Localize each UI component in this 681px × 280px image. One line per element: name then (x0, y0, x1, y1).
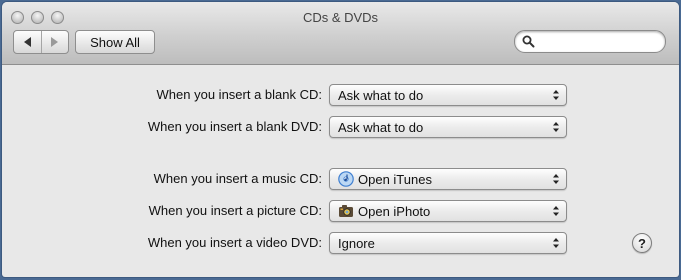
forward-arrow-icon (51, 37, 59, 47)
setting-row-blank-cd: When you insert a blank CD: Ask what to … (2, 84, 679, 106)
back-forward-buttons (13, 30, 69, 54)
search-input[interactable] (539, 33, 659, 49)
show-all-button[interactable]: Show All (75, 30, 155, 54)
setting-label: When you insert a video DVD: (147, 235, 322, 250)
setting-label: When you insert a music CD: (153, 171, 322, 186)
back-button[interactable] (14, 31, 41, 53)
setting-label: When you insert a blank DVD: (147, 119, 322, 134)
setting-row-blank-dvd: When you insert a blank DVD: Ask what to… (2, 116, 679, 138)
popup-arrows-icon (553, 90, 559, 100)
popup-arrows-icon (553, 238, 559, 248)
blank-cd-action-popup[interactable]: Ask what to do (329, 84, 567, 106)
setting-label: When you insert a blank CD: (156, 87, 322, 102)
popup-arrows-icon (553, 174, 559, 184)
help-button[interactable]: ? (632, 233, 652, 253)
popup-arrows-icon (553, 206, 559, 216)
popup-value: Ignore (338, 236, 375, 251)
popup-arrows-icon (553, 122, 559, 132)
system-preferences-window: CDs & DVDs Show All When you insert a bl… (2, 2, 679, 277)
iphoto-icon (339, 205, 353, 217)
setting-row-video-dvd: When you insert a video DVD: Ignore (2, 232, 679, 254)
itunes-icon (338, 171, 354, 187)
window-title: CDs & DVDs (302, 10, 379, 25)
setting-row-music-cd: When you insert a music CD: Open iTunes (2, 168, 679, 190)
popup-value: Open iPhoto (358, 204, 431, 219)
search-icon (522, 35, 535, 48)
window-toolbar: CDs & DVDs Show All (2, 2, 679, 65)
search-field[interactable] (514, 30, 666, 53)
back-arrow-icon (23, 37, 31, 47)
setting-label: When you insert a picture CD: (148, 203, 322, 218)
popup-value: Ask what to do (338, 120, 424, 135)
setting-row-picture-cd: When you insert a picture CD: Open iPhot… (2, 200, 679, 222)
music-cd-action-popup[interactable]: Open iTunes (329, 168, 567, 190)
video-dvd-action-popup[interactable]: Ignore (329, 232, 567, 254)
popup-value: Open iTunes (358, 172, 432, 187)
picture-cd-action-popup[interactable]: Open iPhoto (329, 200, 567, 222)
blank-dvd-action-popup[interactable]: Ask what to do (329, 116, 567, 138)
popup-value: Ask what to do (338, 88, 424, 103)
forward-button[interactable] (40, 31, 69, 53)
